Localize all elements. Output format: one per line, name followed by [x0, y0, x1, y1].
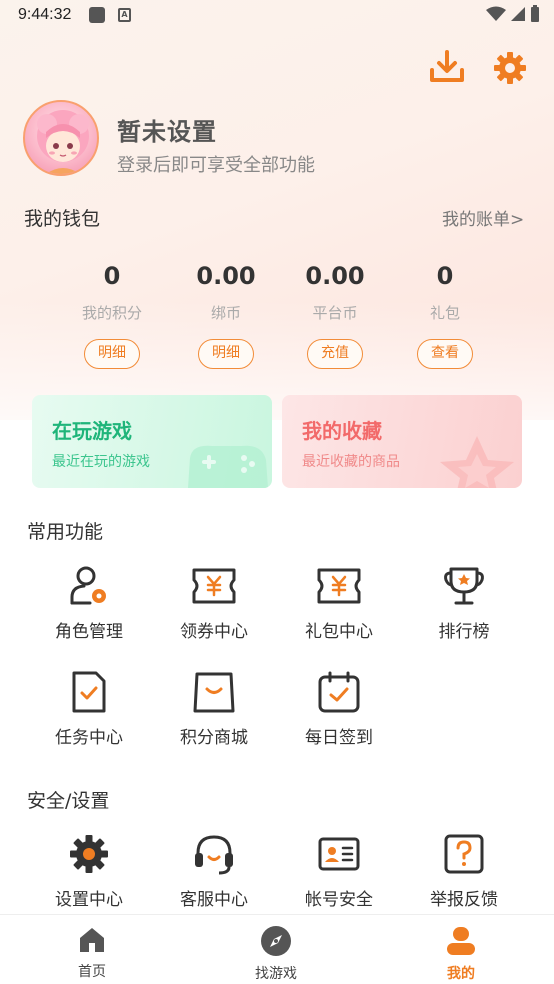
bottom-navigation: 首页 找游戏 我的 — [0, 914, 554, 984]
status-icons — [486, 5, 540, 23]
role-manage-icon — [70, 566, 106, 605]
wifi-icon — [486, 6, 506, 21]
card-subtitle: 最近在玩的游戏 — [52, 454, 150, 470]
task-center-label: 任务中心 — [55, 728, 123, 748]
coupon-center-item[interactable]: 领券中心 — [151, 563, 277, 642]
role-manage-label: 角色管理 — [55, 622, 123, 642]
nav-mine-label: 我的 — [447, 966, 475, 982]
wallet-label: 礼包 — [429, 304, 460, 322]
nav-home-label: 首页 — [78, 964, 106, 980]
nav-home[interactable]: 首页 — [42, 925, 142, 981]
shopping-bag-icon — [193, 672, 235, 713]
task-icon — [72, 671, 106, 713]
wallet-value: 0.00 — [305, 262, 365, 290]
wallet-label: 绑币 — [210, 304, 241, 322]
wallet-title: 我的钱包 — [24, 208, 101, 230]
customer-service-item[interactable]: 客服中心 — [151, 831, 277, 910]
report-feedback-item[interactable]: 举报反馈 — [401, 831, 527, 910]
notification-square-icon — [89, 7, 105, 23]
notification-a-icon: A — [118, 8, 131, 22]
coupon-center-label: 领券中心 — [180, 622, 248, 642]
card-title: 在玩游戏 — [52, 419, 132, 443]
card-subtitle: 最近收藏的商品 — [302, 454, 400, 470]
report-feedback-label: 举报反馈 — [430, 890, 498, 910]
daily-checkin-label: 每日签到 — [305, 728, 373, 748]
leaderboard-item[interactable]: 排行榜 — [401, 563, 527, 642]
nav-find-games[interactable]: 找游戏 — [226, 925, 326, 983]
gift-view-button[interactable]: 查看 — [417, 339, 473, 369]
question-icon — [444, 834, 484, 874]
headset-icon — [195, 835, 233, 875]
gift-center-label: 礼包中心 — [305, 622, 373, 642]
gear-icon[interactable] — [492, 50, 528, 86]
points-mall-item[interactable]: 积分商城 — [151, 669, 277, 748]
my-favorites-card[interactable]: 我的收藏 最近收藏的商品 — [282, 395, 522, 488]
compass-icon — [261, 926, 291, 956]
avatar[interactable] — [23, 100, 99, 176]
download-icon[interactable] — [428, 48, 466, 86]
settings-center-item[interactable]: 设置中心 — [26, 831, 152, 910]
daily-checkin-item[interactable]: 每日签到 — [276, 669, 402, 748]
wallet-label: 我的积分 — [81, 304, 142, 322]
security-settings-title: 安全/设置 — [27, 790, 110, 812]
customer-service-label: 客服中心 — [180, 890, 248, 910]
id-card-icon — [318, 837, 360, 871]
wallet-value: 0 — [436, 262, 454, 290]
trophy-icon — [444, 567, 484, 605]
common-functions-title: 常用功能 — [27, 521, 104, 543]
home-icon — [80, 928, 104, 952]
playing-games-card[interactable]: 在玩游戏 最近在玩的游戏 — [32, 395, 272, 488]
task-center-item[interactable]: 任务中心 — [26, 669, 152, 748]
account-security-item[interactable]: 帐号安全 — [276, 831, 402, 910]
role-manage-item[interactable]: 角色管理 — [26, 563, 152, 642]
wallet-bound-coin: 0.00 绑币 明细 — [171, 262, 281, 369]
settings-center-label: 设置中心 — [55, 890, 123, 910]
wallet-gift: 0 礼包 查看 — [390, 262, 500, 369]
wallet-label: 平台币 — [312, 304, 358, 322]
leaderboard-label: 排行榜 — [438, 622, 490, 642]
signal-icon — [511, 7, 525, 21]
gift-ticket-icon — [317, 568, 361, 604]
star-icon — [440, 436, 514, 488]
points-detail-button[interactable]: 明细 — [84, 339, 140, 369]
status-bar: 9:44:32 A — [0, 0, 554, 32]
calendar-check-icon — [318, 671, 360, 713]
profile-name[interactable]: 暂未设置 — [117, 112, 217, 147]
wallet-value: 0.00 — [196, 262, 256, 290]
wallet-value: 0 — [103, 262, 121, 290]
person-icon — [447, 927, 475, 955]
gift-center-item[interactable]: 礼包中心 — [276, 563, 402, 642]
nav-find-games-label: 找游戏 — [255, 966, 297, 982]
account-security-label: 帐号安全 — [305, 890, 373, 910]
status-time: 9:44:32 — [18, 6, 72, 23]
card-title: 我的收藏 — [302, 419, 382, 443]
profile-subtitle: 登录后即可享受全部功能 — [117, 155, 315, 176]
battery-icon — [531, 5, 539, 22]
wallet-platform-coin: 0.00 平台币 充值 — [280, 262, 390, 369]
nav-mine[interactable]: 我的 — [411, 925, 511, 983]
wallet-points: 0 我的积分 明细 — [57, 262, 167, 369]
bound-coin-detail-button[interactable]: 明细 — [198, 339, 254, 369]
gear-icon — [70, 835, 108, 873]
coupon-icon — [192, 568, 236, 604]
recharge-button[interactable]: 充值 — [307, 339, 363, 369]
my-bill-link[interactable]: 我的账单> — [442, 205, 524, 230]
gamepad-icon — [188, 445, 268, 488]
points-mall-label: 积分商城 — [180, 728, 248, 748]
